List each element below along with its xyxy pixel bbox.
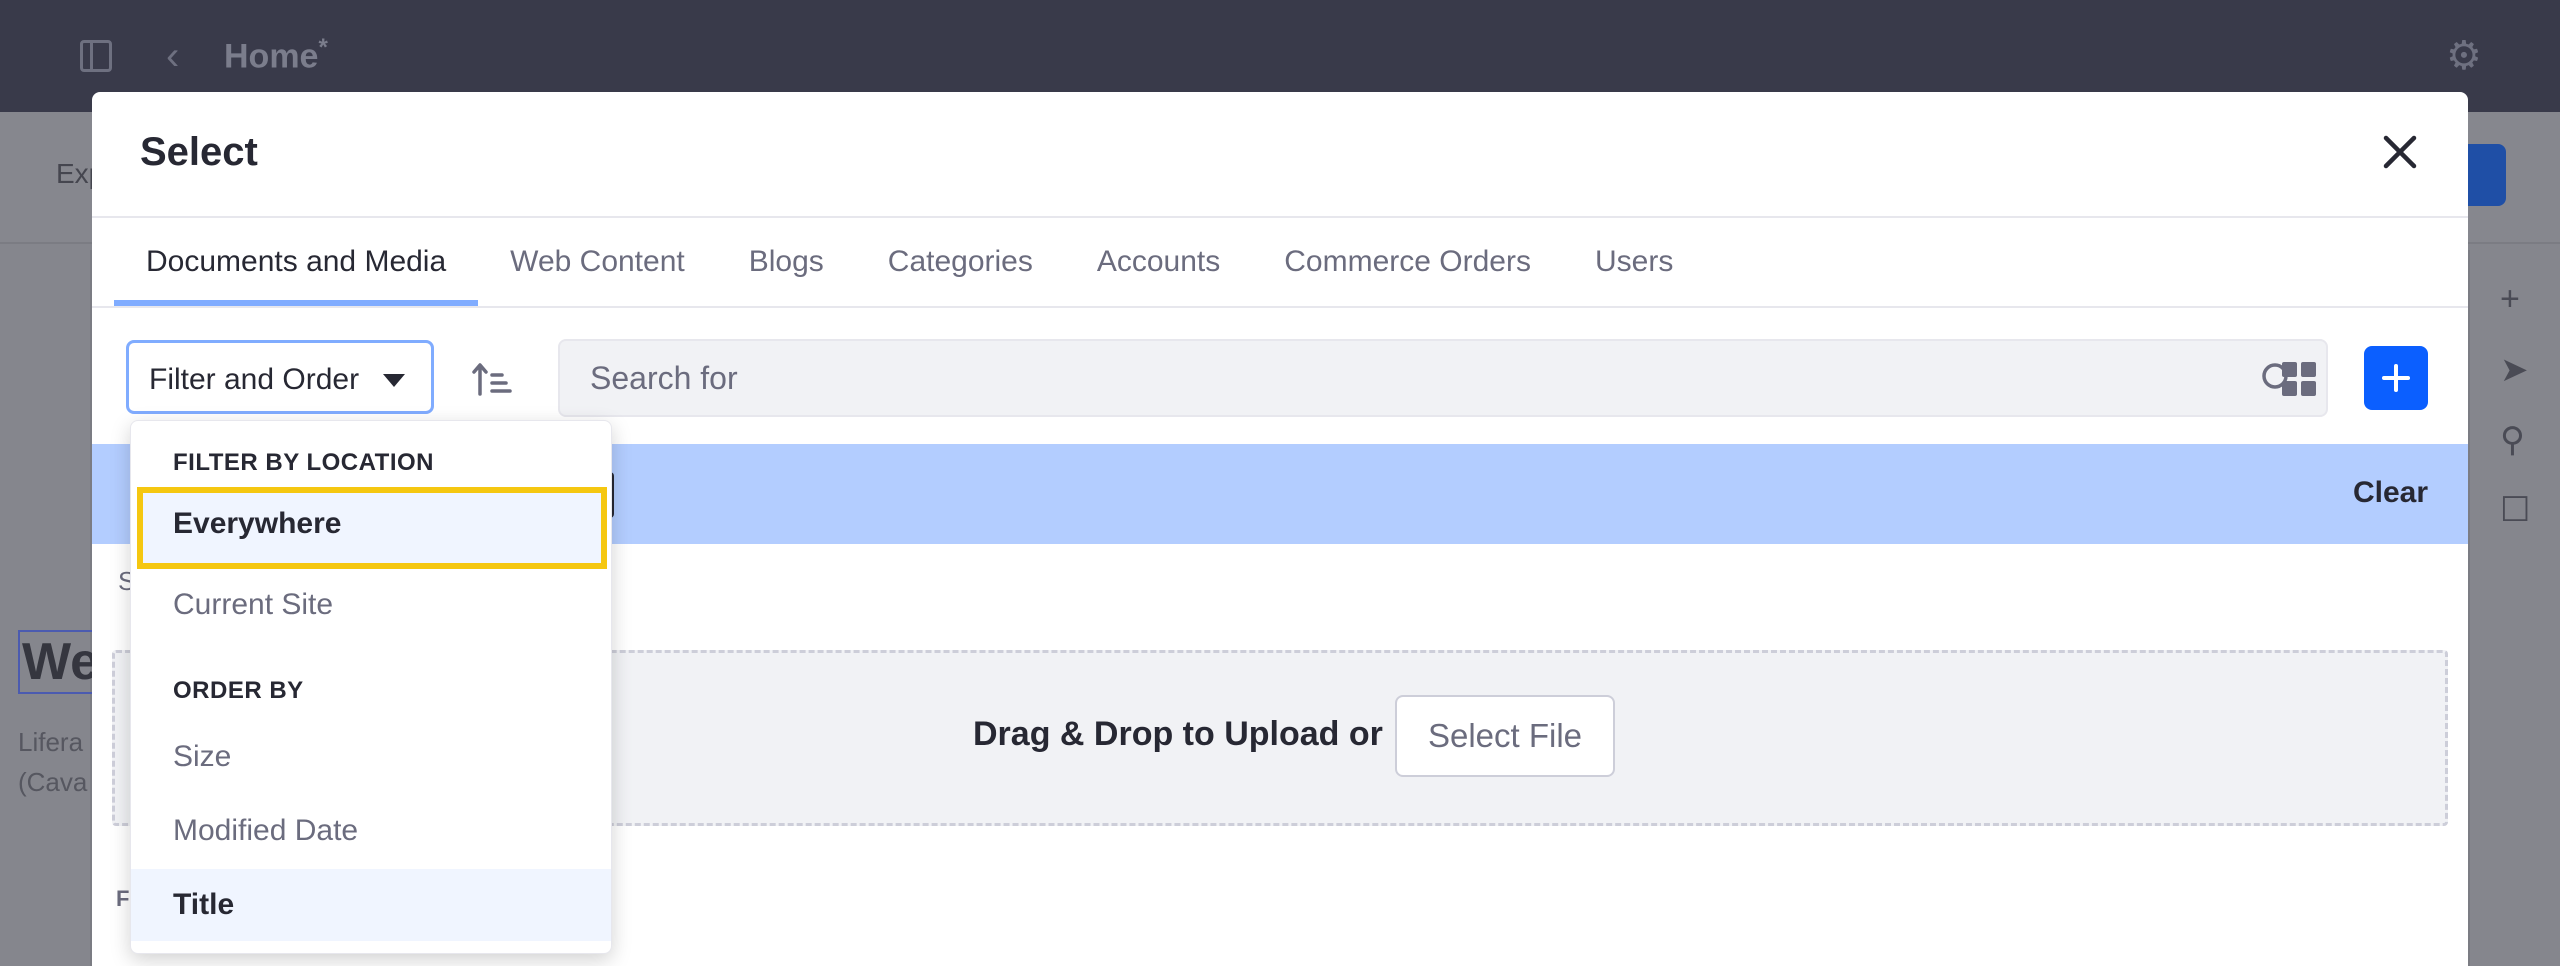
filter-and-order-menu: FILTER BY LOCATION Everywhere Current Si…	[130, 420, 612, 954]
select-file-button[interactable]: Select File	[1395, 695, 1615, 777]
menu-item-size[interactable]: Size	[131, 721, 611, 793]
dropzone-text: Drag & Drop to Upload or	[973, 715, 1383, 753]
tab-blogs[interactable]: Blogs	[717, 220, 856, 306]
search-input[interactable]	[560, 341, 2240, 415]
add-icon[interactable]: +	[2500, 280, 2520, 319]
page-editor-sidebar: + ➤ ⚲ ☐	[2468, 250, 2560, 966]
menu-item-modified-date[interactable]: Modified Date	[131, 795, 611, 867]
tab-accounts[interactable]: Accounts	[1065, 220, 1252, 306]
unsaved-marker: *	[318, 34, 328, 61]
menu-item-everywhere[interactable]: Everywhere	[137, 487, 607, 569]
tab-documents-and-media[interactable]: Documents and Media	[114, 220, 479, 306]
page-text-fragment: Lifera (Cava	[18, 722, 87, 802]
paint-roller-icon[interactable]: ⚲	[2500, 420, 2525, 460]
close-icon[interactable]	[2376, 128, 2424, 176]
order-by-header: ORDER BY	[173, 677, 304, 704]
caret-down-icon	[383, 374, 405, 387]
page-title: Home*	[224, 34, 328, 76]
comments-icon[interactable]: ☐	[2500, 490, 2530, 530]
filter-by-location-header: FILTER BY LOCATION	[173, 449, 434, 476]
back-chevron-icon[interactable]: ‹	[166, 36, 179, 76]
clear-button[interactable]: Clear	[2353, 476, 2428, 510]
gear-icon[interactable]: ⚙	[2446, 36, 2482, 76]
filter-and-order-button[interactable]: Filter and Order	[126, 340, 434, 414]
modal-title: Select	[140, 130, 258, 174]
page-text-line: Lifera	[18, 727, 84, 757]
cursor-icon[interactable]: ➤	[2500, 350, 2529, 390]
menu-item-title[interactable]: Title	[131, 869, 611, 941]
menu-item-current-site[interactable]: Current Site	[131, 569, 611, 641]
tab-web-content[interactable]: Web Content	[478, 220, 717, 306]
tabs-divider	[92, 306, 2468, 308]
add-button[interactable]	[2364, 346, 2428, 410]
page-heading-fragment: We	[18, 630, 104, 694]
sidebar-toggle-icon[interactable]	[80, 40, 112, 72]
page-left-column	[0, 250, 92, 966]
tab-users[interactable]: Users	[1563, 220, 1705, 306]
tab-categories[interactable]: Categories	[856, 220, 1065, 306]
sort-order-icon[interactable]	[472, 360, 512, 398]
grid-view-icon[interactable]	[2282, 362, 2316, 396]
filter-and-order-label: Filter and Order	[149, 363, 360, 396]
modal-header: Select	[92, 92, 2468, 218]
search-box	[558, 339, 2328, 417]
tab-commerce-orders[interactable]: Commerce Orders	[1252, 220, 1563, 306]
modal-tabs: Documents and Media Web Content Blogs Ca…	[114, 220, 1705, 306]
page-text-line: (Cava	[18, 767, 88, 797]
